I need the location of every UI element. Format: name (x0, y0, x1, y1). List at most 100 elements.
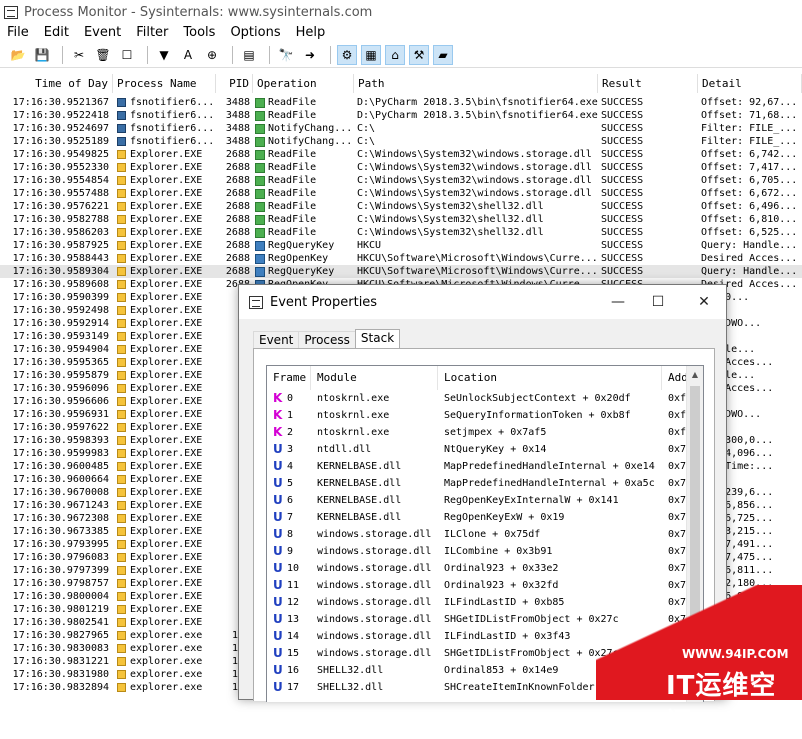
column-header-process[interactable]: Process Name (113, 74, 216, 93)
target-icon[interactable]: ⊕ (202, 45, 222, 65)
address-cell: 0x7 (668, 563, 687, 574)
stack-column-module[interactable]: Module (311, 366, 438, 390)
column-header-path[interactable]: Path (354, 74, 598, 93)
menu-tools[interactable]: Tools (176, 24, 223, 42)
process-name: Explorer.EXE (130, 318, 203, 329)
frame-cell: U 11 (267, 577, 311, 594)
explorer-icon (117, 371, 126, 380)
frame-cell: U 12 (267, 594, 311, 611)
operation-name: ReadFile (268, 214, 317, 225)
tab-stack[interactable]: Stack (354, 329, 401, 349)
column-header-time[interactable]: Time of Day (0, 74, 113, 93)
stack-row[interactable]: U 5 KERNELBASE.dll MapPredefinedHandleInter… (267, 475, 703, 492)
open-icon[interactable]: 📂 (8, 45, 28, 65)
file-system-icon (255, 201, 265, 212)
explorer-icon (117, 436, 126, 445)
menu-help[interactable]: Help (289, 24, 334, 42)
operation-name: NotifyChang... (268, 136, 353, 147)
profiling-activity-icon[interactable]: ▰ (433, 45, 453, 65)
module-cell: windows.storage.dll (317, 597, 432, 608)
capture-icon[interactable]: ☐ (117, 45, 137, 65)
stack-row[interactable]: K 2 ntoskrnl.exe setjmpex + 0x7af5 0xf (267, 424, 703, 441)
stack-row[interactable]: U 4 KERNELBASE.dll MapPredefinedHandleInter… (267, 458, 703, 475)
process-name: Explorer.EXE (130, 240, 203, 251)
frame-cell: U3 (267, 441, 311, 458)
operation-name: RegQueryKey (268, 266, 335, 277)
close-button[interactable]: ✕ (681, 285, 727, 319)
find-icon[interactable]: 🔭 (276, 45, 296, 65)
stack-column-address[interactable]: Add (662, 366, 688, 390)
network-activity-icon[interactable]: ⌂ (385, 45, 405, 65)
table-row[interactable]: 17:16:30.9557488 Explorer.EXE 2688 ReadFile… (0, 187, 802, 200)
column-header-pid[interactable]: PID (216, 74, 253, 93)
menu-event[interactable]: Event (77, 24, 129, 42)
process-activity-icon[interactable]: ⚒ (409, 45, 429, 65)
stack-row[interactable]: K 1 ntoskrnl.exe SeQueryInformationToken + … (267, 407, 703, 424)
highlight-icon[interactable]: A (178, 45, 198, 65)
cell-time: 17:16:30.9592498 (12, 305, 109, 316)
table-row[interactable]: 17:16:30.9576221 Explorer.EXE 2688 ReadFile… (0, 200, 802, 213)
frame-number: 9 (287, 546, 294, 557)
maximize-button[interactable]: ☐ (635, 285, 681, 319)
save-icon[interactable]: 💾 (32, 45, 52, 65)
kernel-mode-icon: K (273, 391, 283, 405)
file-activity-icon[interactable]: ▦ (361, 45, 381, 65)
tab-event[interactable]: Event (253, 331, 300, 349)
process-name: Explorer.EXE (130, 188, 203, 199)
stack-row[interactable]: U 7 KERNELBASE.dll RegOpenKeyExW + 0x19 0x7 (267, 509, 703, 526)
cell-pid: 2688 (225, 214, 250, 225)
menu-edit[interactable]: Edit (37, 24, 77, 42)
process-name: Explorer.EXE (130, 552, 203, 563)
cell-time: 17:16:30.9596931 (12, 409, 109, 420)
table-row[interactable]: 17:16:30.9549825 Explorer.EXE 2688 ReadFile… (0, 148, 802, 161)
column-header-operation[interactable]: Operation (253, 74, 354, 93)
stack-row[interactable]: U 3 ntdll.dll NtQueryKey + 0x14 0x7 (267, 441, 703, 458)
table-row[interactable]: 17:16:30.9524697 fsnotifier6... 3488 Notify… (0, 122, 802, 135)
table-row[interactable]: 17:16:30.9521367 fsnotifier6... 3488 ReadFi… (0, 96, 802, 109)
clear-icon[interactable]: 🗑 (93, 45, 113, 65)
stack-row[interactable]: U 6 KERNELBASE.dll RegOpenKeyExInternalW + … (267, 492, 703, 509)
cell-time: 17:16:30.9521367 (12, 97, 109, 108)
table-row[interactable]: 17:16:30.9522418 fsnotifier6... 3488 ReadFi… (0, 109, 802, 122)
table-row[interactable]: 17:16:30.9588443 Explorer.EXE 2688 RegOpenK… (0, 252, 802, 265)
cell-time: 17:16:30.9596606 (12, 396, 109, 407)
cell-detail: Query: Handle... (701, 240, 798, 251)
table-row[interactable]: 17:16:30.9554854 Explorer.EXE 2688 ReadFile… (0, 174, 802, 187)
process-name: Explorer.EXE (130, 305, 203, 316)
file-system-icon (255, 227, 265, 238)
stack-row[interactable]: K 0 ntoskrnl.exe SeUnlockSubjectContext + 0… (267, 390, 703, 407)
file-system-icon (255, 214, 265, 225)
location-cell: NtQueryKey + 0x14 (444, 444, 547, 455)
column-header-detail[interactable]: Detail (698, 74, 802, 93)
dialog-title-bar[interactable]: Event Properties — ☐ ✕ (239, 285, 726, 319)
table-row[interactable]: 17:16:30.9587925 Explorer.EXE 2688 RegQuery… (0, 239, 802, 252)
tab-process[interactable]: Process (298, 331, 356, 349)
explorer-icon (117, 410, 126, 419)
column-header-result[interactable]: Result (598, 74, 698, 93)
explorer-icon (117, 592, 126, 601)
stack-row[interactable]: U 8 windows.storage.dll ILClone + 0x75df 0x7 (267, 526, 703, 543)
table-row[interactable]: 17:16:30.9525189 fsnotifier6... 3488 Notify… (0, 135, 802, 148)
table-row[interactable]: 17:16:30.9586203 Explorer.EXE 2688 ReadFile… (0, 226, 802, 239)
menu-file[interactable]: File (0, 24, 37, 42)
process-name: Explorer.EXE (130, 344, 203, 355)
menu-options[interactable]: Options (223, 24, 288, 42)
autoscroll-icon[interactable]: ✂ (69, 45, 89, 65)
filter-icon[interactable]: ▼ (154, 45, 174, 65)
table-row[interactable]: 17:16:30.9552330 Explorer.EXE 2688 ReadFile… (0, 161, 802, 174)
table-row[interactable]: 17:16:30.9582788 Explorer.EXE 2688 ReadFile… (0, 213, 802, 226)
properties-icon[interactable]: ▤ (239, 45, 259, 65)
stack-column-frame[interactable]: Frame (267, 366, 311, 390)
menu-filter[interactable]: Filter (129, 24, 176, 42)
cell-time: 17:16:30.9671243 (12, 500, 109, 511)
table-row[interactable]: 17:16:30.9589304 Explorer.EXE 2688 RegQuery… (0, 265, 802, 278)
cell-pid: 2688 (225, 227, 250, 238)
stack-row[interactable]: U 9 windows.storage.dll ILCombine + 0x3b91 0… (267, 543, 703, 560)
scroll-up-icon[interactable]: ▲ (687, 366, 703, 383)
registry-activity-icon[interactable]: ⚙ (337, 45, 357, 65)
stack-row[interactable]: U 10 windows.storage.dll Ordinal923 + 0x33e… (267, 560, 703, 577)
user-mode-icon: U (273, 459, 283, 473)
jump-icon[interactable]: ➜ (300, 45, 320, 65)
cell-process: Explorer.EXE (113, 473, 216, 486)
stack-column-location[interactable]: Location (438, 366, 662, 390)
